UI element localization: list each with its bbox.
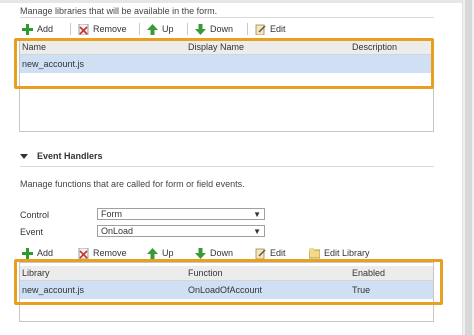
control-select-value: Form xyxy=(101,209,122,219)
libraries-grid: Name Display Name Description new_accoun… xyxy=(19,39,434,132)
handlers-up-label: Up xyxy=(162,248,174,258)
event-handlers-divider xyxy=(20,166,434,167)
plus-icon xyxy=(22,247,33,259)
handlers-remove-button[interactable]: Remove xyxy=(78,246,127,260)
libraries-add-label: Add xyxy=(37,24,54,34)
edit-icon xyxy=(255,24,266,35)
toolbar-separator xyxy=(70,23,71,35)
handlers-edit-button[interactable]: Edit xyxy=(255,246,286,260)
column-header-function[interactable]: Function xyxy=(188,268,223,278)
scrollbar-thumb[interactable] xyxy=(465,0,472,335)
handlers-add-label: Add xyxy=(37,248,54,258)
collapse-arrow-icon[interactable] xyxy=(20,152,28,160)
library-cell: new_account.js xyxy=(22,285,85,295)
enabled-cell: True xyxy=(352,285,371,295)
event-select-value: OnLoad xyxy=(101,226,134,236)
column-header-library[interactable]: Library xyxy=(22,268,50,278)
libraries-up-button[interactable]: Up xyxy=(147,22,174,36)
toolbar-separator xyxy=(247,23,248,35)
edit-icon xyxy=(255,248,266,259)
column-header-name[interactable]: Name xyxy=(22,42,46,52)
arrow-down-icon xyxy=(195,23,206,35)
libraries-down-button[interactable]: Down xyxy=(195,22,233,36)
handlers-up-button[interactable]: Up xyxy=(147,246,174,260)
library-name-cell: new_account.js xyxy=(22,59,85,69)
handlers-remove-label: Remove xyxy=(93,248,127,258)
event-handlers-grid: Library Function Enabled new_account.js … xyxy=(19,262,434,322)
dropdown-arrow-icon: ▼ xyxy=(253,210,261,219)
arrow-up-icon xyxy=(147,23,158,35)
libraries-down-label: Down xyxy=(210,24,234,34)
event-select[interactable]: OnLoad ▼ xyxy=(97,225,265,237)
dropdown-arrow-icon: ▼ xyxy=(253,227,261,236)
toolbar-separator xyxy=(187,23,188,35)
libraries-add-button[interactable]: Add xyxy=(22,22,53,36)
libraries-remove-label: Remove xyxy=(93,24,127,34)
event-handlers-grid-header: Library Function Enabled xyxy=(20,266,433,281)
event-handlers-title: Event Handlers xyxy=(37,151,103,161)
handlers-down-button[interactable]: Down xyxy=(195,246,233,260)
table-row[interactable]: new_account.js xyxy=(20,55,433,73)
control-select[interactable]: Form ▼ xyxy=(97,208,265,220)
handlers-edit-library-button[interactable]: Edit Library xyxy=(308,246,370,260)
vertical-scrollbar[interactable] xyxy=(462,0,474,335)
plus-icon xyxy=(22,23,33,35)
handlers-down-label: Down xyxy=(210,248,234,258)
arrow-down-icon xyxy=(195,247,206,259)
event-handlers-description: Manage functions that are called for for… xyxy=(20,179,245,189)
handlers-edit-label: Edit xyxy=(270,248,286,258)
libraries-remove-button[interactable]: Remove xyxy=(78,22,127,36)
libraries-grid-header: Name Display Name Description xyxy=(20,40,433,55)
remove-icon xyxy=(78,23,89,35)
column-header-display-name[interactable]: Display Name xyxy=(188,42,244,52)
libraries-edit-label: Edit xyxy=(270,24,286,34)
libraries-edit-button[interactable]: Edit xyxy=(255,22,286,36)
libraries-top-line xyxy=(20,17,434,18)
toolbar-separator xyxy=(139,23,140,35)
handlers-add-button[interactable]: Add xyxy=(22,246,53,260)
table-row[interactable]: new_account.js OnLoadOfAccount True xyxy=(20,281,433,299)
control-label: Control xyxy=(20,210,50,220)
function-cell: OnLoadOfAccount xyxy=(188,285,263,295)
libraries-up-label: Up xyxy=(162,24,174,34)
edit-library-icon xyxy=(308,247,321,259)
libraries-description: Manage libraries that will be available … xyxy=(20,6,218,16)
column-header-description[interactable]: Description xyxy=(352,42,397,52)
column-header-enabled[interactable]: Enabled xyxy=(352,268,385,278)
event-label: Event xyxy=(20,227,44,237)
top-divider xyxy=(0,0,474,3)
handlers-edit-library-label: Edit Library xyxy=(324,248,370,258)
remove-icon xyxy=(78,247,89,259)
arrow-up-icon xyxy=(147,247,158,259)
